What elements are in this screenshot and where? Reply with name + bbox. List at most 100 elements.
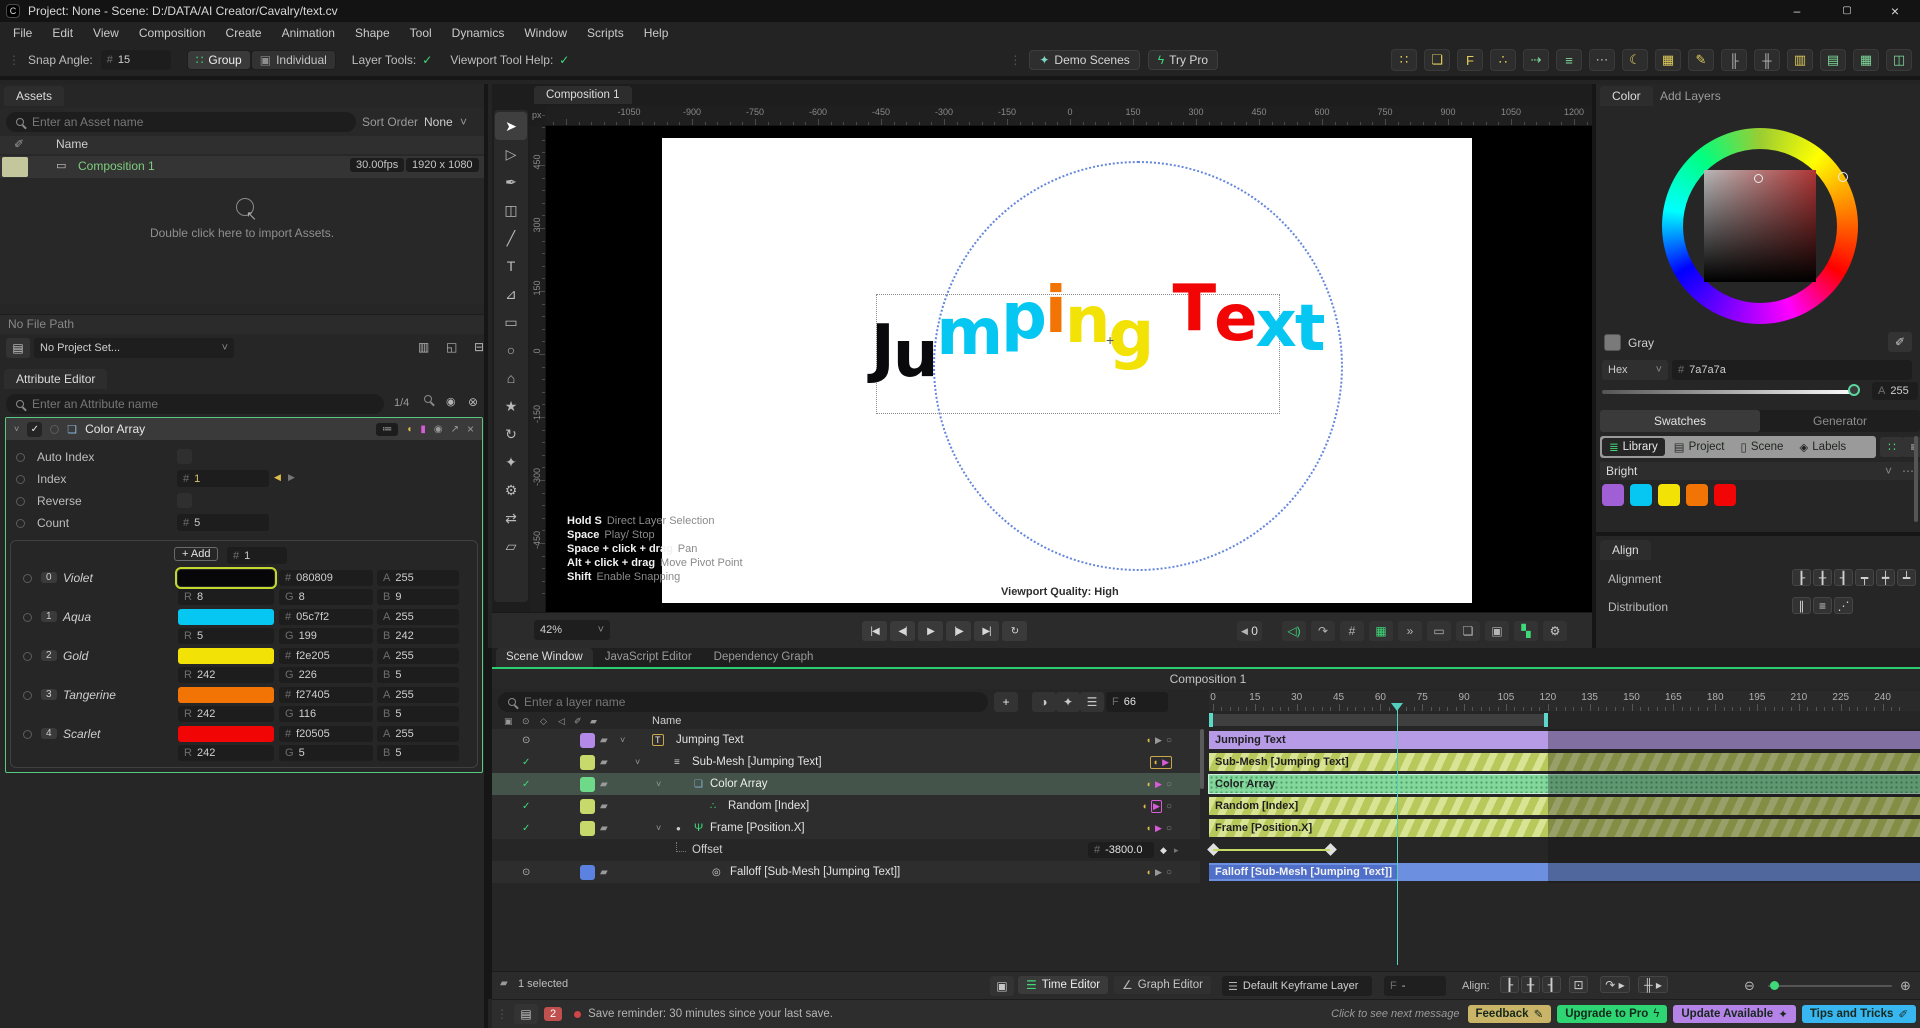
render-sphere-icon[interactable]: ◑ bbox=[1032, 692, 1056, 712]
color-b-field[interactable]: B 242 bbox=[377, 628, 459, 644]
layer-color-swatch[interactable] bbox=[580, 864, 595, 880]
tab-swatches[interactable]: Swatches bbox=[1600, 410, 1760, 432]
alpha-field[interactable]: A 255 bbox=[1872, 382, 1918, 400]
pen-icon[interactable]: ✎ bbox=[1688, 49, 1714, 71]
color-g-field[interactable]: G 199 bbox=[279, 628, 373, 644]
filter-icon[interactable]: ▰ bbox=[600, 779, 608, 790]
layer-row-random[interactable]: ✓ ▰ ∴ Random [Index] ◖ ▶ ○ bbox=[492, 795, 1200, 817]
layer-search-input[interactable]: Enter a layer name bbox=[498, 692, 988, 712]
rectangle-tool-icon[interactable]: ▭ bbox=[495, 308, 527, 336]
camera-tool-icon[interactable]: ◫ bbox=[495, 196, 527, 224]
presentation-icon[interactable]: ◫ bbox=[1886, 49, 1912, 71]
tab-attribute-editor[interactable]: Attribute Editor bbox=[4, 369, 108, 389]
timeline-track[interactable]: Random [Index] bbox=[1209, 795, 1920, 817]
offset-field[interactable]: # -3800.0 bbox=[1088, 842, 1154, 858]
fast-forward-icon[interactable]: » bbox=[1398, 621, 1422, 641]
layer-color-swatch[interactable] bbox=[580, 776, 595, 792]
work-area-start-handle[interactable] bbox=[1209, 713, 1213, 727]
play-button[interactable]: ▶ bbox=[918, 621, 943, 641]
eye-icon[interactable]: ⊙ bbox=[522, 867, 530, 878]
export-icon[interactable]: ◱ bbox=[446, 340, 457, 354]
in-connection-icon[interactable]: ◖ bbox=[1146, 779, 1151, 789]
dock-icon[interactable]: ▣ bbox=[990, 976, 1014, 996]
color-hex-field[interactable]: # f2e205 bbox=[279, 648, 373, 664]
blend-mode-icon[interactable]: ≔ bbox=[376, 422, 399, 436]
color-radio[interactable] bbox=[23, 691, 32, 700]
color-swatch[interactable] bbox=[178, 609, 274, 625]
direct-select-tool-icon[interactable]: ▷ bbox=[495, 140, 527, 168]
timeline-track[interactable]: Color Array bbox=[1208, 773, 1920, 795]
filter-icon[interactable]: ▰ bbox=[600, 867, 608, 878]
scatter-icon[interactable]: ∴ bbox=[1490, 49, 1516, 71]
color-hex-field[interactable]: # f20505 bbox=[279, 726, 373, 742]
eyedropper-button[interactable]: ✐ bbox=[1888, 332, 1912, 352]
state-circle-icon[interactable]: ○ bbox=[1166, 823, 1172, 834]
kf-align-right-icon[interactable]: ┨ bbox=[1542, 976, 1561, 993]
graph-editor-button[interactable]: ∠ Graph Editor bbox=[1114, 976, 1211, 994]
translate-tool-icon[interactable]: ⇄ bbox=[495, 504, 527, 532]
in-connection-icon[interactable]: ◖ bbox=[1146, 735, 1151, 745]
upgrade-pro-button[interactable]: Upgrade to Pro ϟ bbox=[1557, 1005, 1668, 1023]
update-available-button[interactable]: Update Available ✦ bbox=[1673, 1005, 1796, 1023]
timeline-ruler[interactable]: 0 15 30 45 60 75 90 105 120 135 150 165 180 195 210 225… bbox=[1209, 691, 1920, 711]
frame-offset-badge[interactable]: ◀ 0 bbox=[1237, 621, 1262, 641]
color-array-header[interactable]: ˅ ✓ ❏ Color Array ≔ ◖ ▮ ◉ ↗ × bbox=[6, 418, 482, 440]
cube-icon[interactable]: ❏ bbox=[1424, 49, 1450, 71]
maximize-button[interactable]: ▢ bbox=[1830, 0, 1864, 22]
in-connection-icon[interactable]: ◖ bbox=[1142, 801, 1147, 811]
hue-ring-marker[interactable] bbox=[1838, 172, 1848, 182]
color-g-field[interactable]: G5 bbox=[279, 745, 373, 761]
filter-icon[interactable]: ▰ bbox=[600, 735, 608, 746]
bottom-tab[interactable]: JavaScript Editor bbox=[595, 648, 702, 669]
duplicate-icon[interactable]: ▣ bbox=[1485, 621, 1509, 641]
color-r-field[interactable]: R8 bbox=[178, 589, 274, 605]
sort-order-select[interactable]: None bbox=[424, 115, 453, 129]
sparkle-tool-icon[interactable]: ✦ bbox=[495, 448, 527, 476]
grid-view-icon[interactable]: ∷ bbox=[1880, 437, 1904, 457]
swatch-violet[interactable] bbox=[1602, 484, 1624, 506]
state-circle-icon[interactable]: ○ bbox=[1166, 735, 1172, 746]
eye-icon[interactable]: ⊙ bbox=[522, 716, 530, 727]
hue-wheel[interactable] bbox=[1662, 128, 1858, 324]
menu-item[interactable]: Help bbox=[635, 24, 678, 42]
columns-icon[interactable]: ▥ bbox=[1787, 49, 1813, 71]
table-icon[interactable]: ▦ bbox=[1655, 49, 1681, 71]
out-connection-icon[interactable]: ▶ bbox=[1155, 779, 1162, 790]
demo-scenes-button[interactable]: ✦ Demo Scenes bbox=[1029, 50, 1140, 70]
cube-icon[interactable]: ◇ bbox=[540, 716, 547, 727]
menu-item[interactable]: Scripts bbox=[578, 24, 633, 42]
keyframe-dot-icon[interactable]: ● bbox=[676, 824, 681, 833]
out-connection-icon[interactable]: ▶ bbox=[1151, 799, 1162, 813]
next-keyframe-icon[interactable]: ▸ bbox=[1174, 845, 1179, 856]
layer-row-jumping-text[interactable]: ⊙ ▰ ˅ T Jumping Text ◖ ▶ ○ bbox=[492, 729, 1200, 751]
eyedropper-icon[interactable]: ✐ bbox=[574, 716, 582, 727]
layer-name[interactable]: Random [Index] bbox=[728, 800, 809, 812]
filter-icon[interactable]: ▰ bbox=[600, 757, 608, 768]
individual-toggle[interactable]: ▣ Individual bbox=[251, 51, 335, 69]
source-library[interactable]: ≣ Library bbox=[1602, 438, 1665, 456]
current-color-swatch[interactable] bbox=[1604, 334, 1621, 351]
layer-color-swatch[interactable] bbox=[580, 798, 595, 814]
layer-color-swatch[interactable] bbox=[580, 820, 595, 836]
color-swatch[interactable] bbox=[178, 648, 274, 664]
chevron-down-icon[interactable]: ˅ bbox=[620, 735, 625, 745]
color-hex-field[interactable]: #080809 bbox=[279, 570, 373, 586]
tips-tricks-button[interactable]: Tips and Tricks ✐ bbox=[1801, 1005, 1916, 1023]
color-g-field[interactable]: G8 bbox=[279, 589, 373, 605]
layer-row-falloff[interactable]: ⊙ ▰ ◎ Falloff [Sub-Mesh [Jumping Text]] … bbox=[492, 861, 1200, 883]
project-set-icon[interactable]: ▤ bbox=[6, 338, 30, 358]
filter-settings-icon[interactable]: ☰ bbox=[1080, 692, 1104, 712]
distribute-v-icon[interactable]: ≡ bbox=[1813, 597, 1832, 614]
trash-icon[interactable]: ⊟ bbox=[474, 340, 484, 354]
in-connection-icon[interactable]: ◖ bbox=[1146, 823, 1151, 833]
more-dots-icon[interactable]: ⋯ bbox=[1589, 49, 1615, 71]
bounds-icon[interactable]: ▭ bbox=[1427, 621, 1451, 641]
swatch-aqua[interactable] bbox=[1630, 484, 1652, 506]
color-r-field[interactable]: R 242 bbox=[178, 706, 274, 722]
color-alpha-field[interactable]: A 255 bbox=[377, 687, 459, 703]
tab-align[interactable]: Align bbox=[1600, 540, 1651, 560]
zoom-in-icon[interactable]: ⊕ bbox=[1900, 978, 1911, 994]
polygon-tool-icon[interactable]: ⌂ bbox=[495, 364, 527, 392]
keyframe-diamond-icon[interactable]: ◆ bbox=[1160, 845, 1167, 856]
tab-add-layers[interactable]: Add Layers bbox=[1648, 86, 1733, 106]
